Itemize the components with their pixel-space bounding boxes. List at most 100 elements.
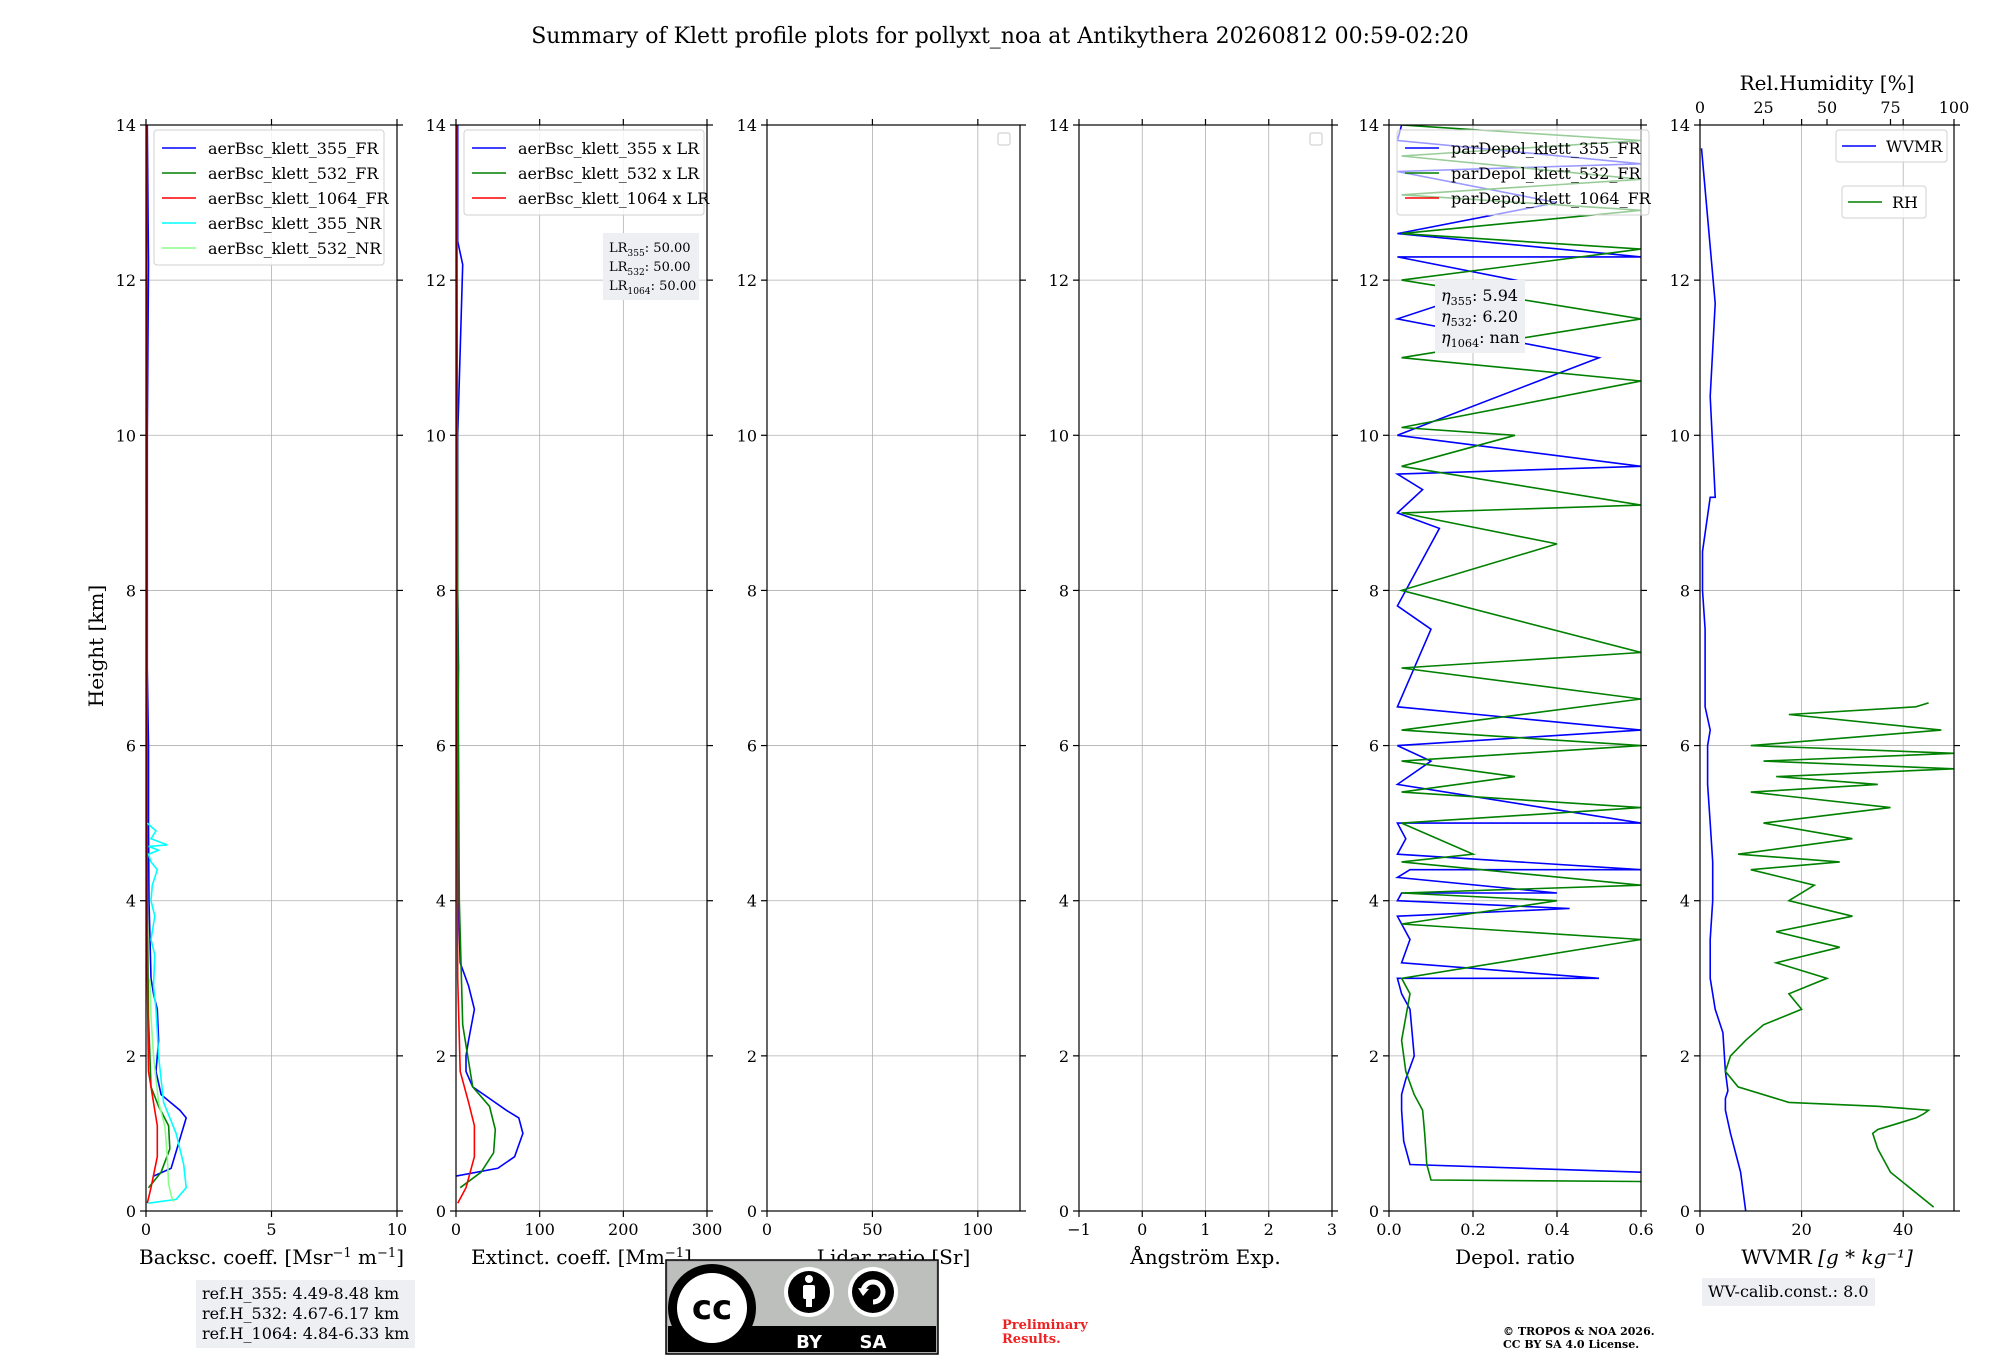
- y-tick-label: 10: [1670, 426, 1690, 445]
- y-tick-label: 0: [436, 1202, 446, 1221]
- legend-label: aerBsc_klett_1064 x LR: [518, 189, 710, 208]
- wv-calib-const: WV-calib.const.: 8.0: [1708, 1282, 1869, 1301]
- top-tick-label: 50: [1817, 98, 1837, 117]
- legend-label: aerBsc_klett_1064_FR: [208, 189, 390, 208]
- x-tick-label: 20: [1791, 1220, 1811, 1239]
- y-tick-label: 8: [436, 581, 446, 600]
- y-tick-label: 8: [1059, 581, 1069, 600]
- top-axis-label: Rel.Humidity [%]: [1740, 71, 1915, 95]
- y-tick-label: 4: [1680, 892, 1690, 911]
- y-tick-label: 4: [1059, 892, 1069, 911]
- legend-label: aerBsc_klett_532 x LR: [518, 164, 700, 183]
- series-line-WVMR: [1700, 148, 1747, 1211]
- preliminary-line-1: Preliminary: [1002, 1318, 1088, 1333]
- y-tick-label: 4: [1369, 892, 1379, 911]
- y-tick-label: 2: [1059, 1047, 1069, 1066]
- series-line-RH: [1724, 702, 1954, 1208]
- y-tick-label: 8: [126, 581, 136, 600]
- y-tick-label: 6: [1369, 737, 1379, 756]
- panel-extinction: 0 100 200 300 0 2 4 6 8 10 12 14 Extinct. coeff. [Mm…: [426, 116, 723, 1269]
- x-tick-label: 0: [1137, 1220, 1147, 1239]
- top-tick-label: 100: [1939, 98, 1970, 117]
- panels: 0 5 1002468101214Backsc. coeff. [Msr−1 m−1…: [116, 71, 1970, 1269]
- ref-height-1064: ref.H_1064: 4.84-6.33 km: [202, 1324, 410, 1343]
- y-tick-label: 2: [1369, 1047, 1379, 1066]
- y-tick-label: 8: [1680, 581, 1690, 600]
- legend: parDepol_klett_355_FR parDepol_klett_532_…: [1396, 129, 1652, 216]
- shared-y-axis-label: Height [km]: [84, 585, 108, 707]
- legend: aerBsc_klett_355 x LR aerBsc_klett_532 x …: [463, 129, 710, 216]
- empty-legend-box: [997, 132, 1011, 146]
- y-tick-label: 14: [737, 116, 757, 135]
- preliminary-results-note: Preliminary Results.: [1002, 1319, 1088, 1347]
- legend-label: parDepol_klett_355_FR: [1451, 139, 1642, 158]
- x-tick-label: 40: [1893, 1220, 1913, 1239]
- x-tick-label: 0: [141, 1220, 151, 1239]
- legend-label: aerBsc_klett_532_FR: [208, 164, 379, 183]
- top-tick-label: 25: [1753, 98, 1773, 117]
- y-tick-label: 6: [1059, 737, 1069, 756]
- x-tick-label: 0.6: [1628, 1220, 1653, 1239]
- panel-depol: 0.0 0.2 0.4 0.6 0 2 4 6 8 10 12 14 Depol. ratio parDe…: [1359, 116, 1654, 1269]
- y-tick-label: 0: [747, 1202, 757, 1221]
- sa-label: SA: [860, 1332, 887, 1353]
- y-tick-label: 4: [747, 892, 757, 911]
- y-tick-label: 2: [436, 1047, 446, 1066]
- y-tick-label: 6: [436, 737, 446, 756]
- legend-label: aerBsc_klett_355 x LR: [518, 139, 700, 158]
- legend-label: aerBsc_klett_532_NR: [208, 239, 382, 258]
- panel-lidar-ratio: 0 50 10002468101214Lidar ratio [Sr]: [737, 116, 1026, 1269]
- copyright-note: © TROPOS & NOA 2026. CC BY SA 4.0 Licens…: [1503, 1325, 1655, 1351]
- legend-label: parDepol_klett_1064_FR: [1451, 189, 1652, 208]
- ref-height-532: ref.H_532: 4.67-6.17 km: [202, 1304, 400, 1323]
- y-tick-label: 14: [426, 116, 446, 135]
- y-tick-label: 12: [1670, 271, 1690, 290]
- panel-backscatter: 0 5 10 0 2 4 6 8 10 12 14 Backsc. coeff. [Msr−1 m−1…: [116, 116, 408, 1269]
- copyright-line-2: CC BY SA 4.0 License.: [1503, 1338, 1640, 1351]
- x-tick-label: 0: [762, 1220, 772, 1239]
- y-tick-label: 12: [1359, 271, 1379, 290]
- top-tick-label: 0: [1695, 98, 1705, 117]
- x-tick-label: 0: [451, 1220, 461, 1239]
- y-tick-label: 2: [747, 1047, 757, 1066]
- series-line-aerBsc_klett_355_FR: [146, 125, 188, 1177]
- top-tick-label: 75: [1880, 98, 1900, 117]
- y-tick-label: 2: [126, 1047, 136, 1066]
- y-tick-label: 0: [1369, 1202, 1379, 1221]
- y-tick-label: 6: [747, 737, 757, 756]
- summary-figure: Summary of Klett profile plots for polly…: [84, 24, 1970, 1355]
- y-tick-label: 12: [426, 271, 446, 290]
- preliminary-line-2: Results.: [1002, 1332, 1061, 1347]
- y-tick-label: 10: [426, 426, 446, 445]
- y-tick-label: 12: [1049, 271, 1069, 290]
- empty-legend-box: [1309, 132, 1323, 146]
- legend-label: parDepol_klett_532_FR: [1451, 164, 1642, 183]
- x-tick-label: 0.2: [1460, 1220, 1485, 1239]
- y-tick-label: 14: [116, 116, 136, 135]
- copyright-line-1: © TROPOS & NOA 2026.: [1503, 1325, 1655, 1338]
- legend-label: WVMR: [1886, 137, 1943, 156]
- y-tick-label: 6: [1680, 737, 1690, 756]
- panel-wvmr: 0 20 40 0 2 4 6 8 10 12 14 WVMR [g * kg⁻¹] 0 25 50 75 10…: [1670, 71, 1970, 1269]
- x-tick-label: 3: [1327, 1220, 1337, 1239]
- reference-height-box: ref.H_355: 4.49-8.48 km ref.H_532: 4.67-…: [196, 1280, 416, 1348]
- annotation-box: η355: 5.94η532: 6.20η1064: nan: [1435, 280, 1525, 353]
- x-tick-label: 300: [692, 1220, 723, 1239]
- y-tick-label: 10: [1049, 426, 1069, 445]
- x-tick-label: 2: [1264, 1220, 1274, 1239]
- ref-height-355: ref.H_355: 4.49-8.48 km: [202, 1284, 400, 1303]
- legend-label: RH: [1892, 193, 1918, 212]
- annotation-box: LR355: 50.00LR532: 50.00LR1064: 50.00: [603, 233, 699, 300]
- wv-calibration-box: WV-calib.const.: 8.0: [1702, 1278, 1875, 1306]
- y-tick-label: 2: [1680, 1047, 1690, 1066]
- x-tick-label: 5: [266, 1220, 276, 1239]
- y-tick-label: 8: [1369, 581, 1379, 600]
- y-tick-label: 4: [126, 892, 136, 911]
- y-tick-label: 0: [1680, 1202, 1690, 1221]
- y-tick-label: 10: [737, 426, 757, 445]
- x-tick-label: −1: [1067, 1220, 1091, 1239]
- y-tick-label: 6: [126, 737, 136, 756]
- legend-label: aerBsc_klett_355_NR: [208, 214, 382, 233]
- x-tick-label: 100: [963, 1220, 994, 1239]
- y-tick-label: 14: [1049, 116, 1069, 135]
